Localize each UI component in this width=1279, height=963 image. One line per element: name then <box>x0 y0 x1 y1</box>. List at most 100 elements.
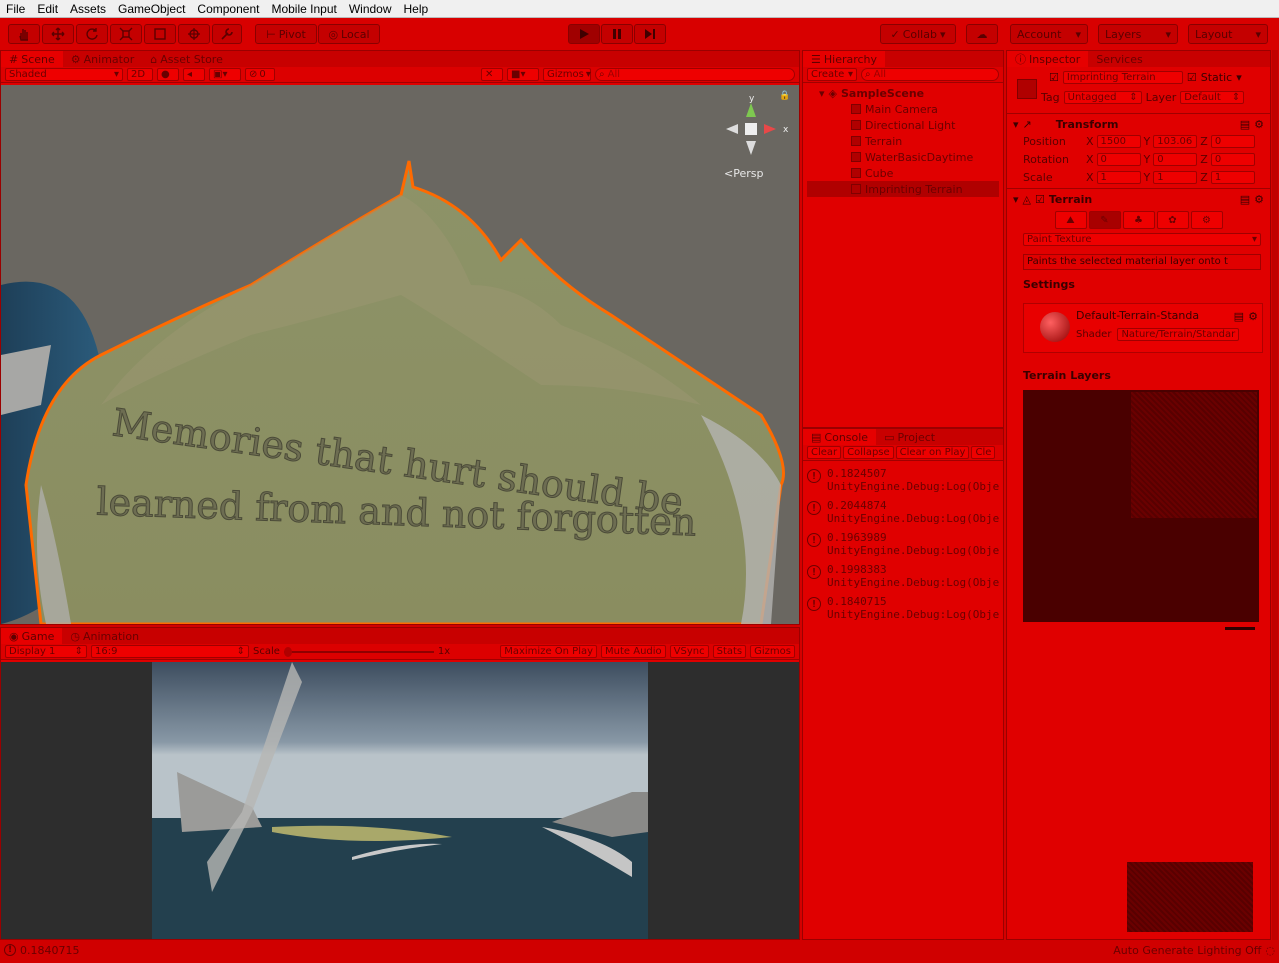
menu-window[interactable]: Window <box>343 2 398 16</box>
paint-trees-tool[interactable]: ♣ <box>1122 211 1155 229</box>
2d-toggle[interactable]: 2D <box>127 68 153 81</box>
scale-tool-button[interactable] <box>110 24 142 44</box>
pause-button[interactable] <box>601 24 633 44</box>
inspector-scrollbar[interactable] <box>1272 50 1278 940</box>
scale-slider[interactable] <box>283 646 434 657</box>
collab-dropdown[interactable]: ✓ Collab ▾ <box>880 24 956 44</box>
layout-dropdown[interactable]: Layout ▾ <box>1188 24 1268 44</box>
hand-tool-button[interactable] <box>8 24 40 44</box>
slider-thumb[interactable] <box>283 646 292 657</box>
audio-toggle[interactable]: ◂ <box>183 68 205 81</box>
play-button[interactable] <box>568 24 600 44</box>
mute-audio-button[interactable]: Mute Audio <box>601 645 666 658</box>
z-field[interactable]: 0 <box>1210 134 1255 148</box>
display-dropdown[interactable]: Display 1 ⇕ <box>5 645 87 658</box>
hierarchy-item[interactable]: Directional Light <box>807 117 999 133</box>
z-field[interactable]: 0 <box>1210 152 1255 166</box>
terrain-header[interactable]: ▾ ◬ ☑ Terrain ▤ ⚙ <box>1013 191 1264 207</box>
tab-hierarchy[interactable]: ☰ Hierarchy <box>803 51 886 67</box>
y-field[interactable]: 1 <box>1153 170 1198 184</box>
menu-file[interactable]: File <box>0 2 31 16</box>
static-checkbox[interactable]: ☑ <box>1187 71 1197 84</box>
book-icon[interactable]: ▤ <box>1234 310 1244 323</box>
projection-label[interactable]: <Persp <box>724 167 763 180</box>
menu-assets[interactable]: Assets <box>64 2 112 16</box>
hierarchy-item[interactable]: Cube <box>807 165 999 181</box>
tab-asset-store[interactable]: ⌂ Asset Store <box>142 51 231 67</box>
scene-root-item[interactable]: ▾ ◈ SampleScene <box>807 85 999 101</box>
hierarchy-item[interactable]: Imprinting Terrain <box>807 181 999 197</box>
orientation-gizmo[interactable]: y x <Persp <box>716 94 796 185</box>
chevron-down-icon[interactable]: ▾ <box>1236 71 1242 84</box>
tab-services[interactable]: Services <box>1088 51 1150 67</box>
menu-edit[interactable]: Edit <box>31 2 64 16</box>
cloud-button[interactable]: ☁ <box>966 24 998 44</box>
hidden-objects-toggle[interactable]: ⊘ 0 <box>245 68 275 81</box>
tab-animator[interactable]: ⚙ Animator <box>63 51 142 67</box>
game-viewport[interactable] <box>1 662 799 939</box>
menu-mobile-input[interactable]: Mobile Input <box>265 2 342 16</box>
z-field[interactable]: 1 <box>1210 170 1255 184</box>
hierarchy-item[interactable]: Main Camera <box>807 101 999 117</box>
shader-dropdown[interactable]: Nature/Terrain/Standar <box>1117 328 1240 341</box>
terrain-enabled-checkbox[interactable]: ☑ <box>1035 193 1045 206</box>
clear-button[interactable]: Clear <box>807 446 842 459</box>
y-field[interactable]: 0 <box>1153 152 1198 166</box>
tab-console[interactable]: ▤ Console <box>803 429 877 445</box>
tag-dropdown[interactable]: Untagged ⇕ <box>1063 91 1142 104</box>
maximize-on-play-button[interactable]: Maximize On Play <box>500 645 598 658</box>
tab-animation[interactable]: ◷ Animation <box>62 628 147 644</box>
terrain-mode-dropdown[interactable]: Paint Texture ▾ <box>1023 233 1261 246</box>
create-dropdown[interactable]: Create ▾ <box>807 68 857 81</box>
move-tool-button[interactable] <box>42 24 74 44</box>
terrain-layer-thumbnail[interactable] <box>1131 392 1257 518</box>
hierarchy-item[interactable]: WaterBasicDaytime <box>807 149 999 165</box>
active-checkbox[interactable]: ☑ <box>1049 71 1059 84</box>
clear-on-build-button[interactable]: Cle <box>971 446 996 459</box>
lighting-toggle[interactable]: ● <box>157 68 179 81</box>
layer-dropdown[interactable]: Default ⇕ <box>1180 91 1245 104</box>
lock-icon[interactable]: 🔒 <box>779 91 790 101</box>
settings-icon[interactable]: ⚙ <box>1254 118 1264 131</box>
game-gizmos-dropdown[interactable]: Gizmos <box>750 645 795 658</box>
menu-gameobject[interactable]: GameObject <box>112 2 191 16</box>
y-field[interactable]: 103.06 <box>1153 134 1198 148</box>
rotate-tool-button[interactable] <box>76 24 108 44</box>
paint-texture-tool[interactable]: ✎ <box>1088 211 1121 229</box>
brush-preview-thumbnail[interactable] <box>1127 862 1253 932</box>
gizmos-dropdown[interactable]: Gizmos ▾ <box>543 68 591 81</box>
console-log-entry[interactable]: ! 0.1963989 UnityEngine.Debug:Log(Objec <box>803 529 1003 561</box>
vsync-button[interactable]: VSync <box>669 645 709 658</box>
object-name-field[interactable]: Imprinting Terrain <box>1062 71 1183 84</box>
console-log-entry[interactable]: ! 0.1824507 UnityEngine.Debug:Log(Objec <box>803 465 1003 497</box>
hierarchy-search-input[interactable]: ⌕ All <box>861 68 999 81</box>
settings-icon[interactable]: ⚙ <box>1248 310 1258 323</box>
tab-project[interactable]: ▭ Project <box>876 429 943 445</box>
tools-button[interactable]: ✕ <box>481 68 503 81</box>
camera-dropdown[interactable]: ■▾ <box>507 68 539 81</box>
pivot-toggle[interactable]: ⊢ Pivot <box>255 24 317 44</box>
book-icon[interactable]: ▤ <box>1240 193 1250 206</box>
console-log-entry[interactable]: ! 0.2044874 UnityEngine.Debug:Log(Objec <box>803 497 1003 529</box>
scene-search-input[interactable]: ⌕ All <box>595 68 795 81</box>
raise-terrain-tool[interactable]: ⛰ <box>1054 211 1087 229</box>
x-field[interactable]: 1500 <box>1096 134 1141 148</box>
account-dropdown[interactable]: Account ▾ <box>1010 24 1088 44</box>
layers-dropdown[interactable]: Layers ▾ <box>1098 24 1178 44</box>
book-icon[interactable]: ▤ <box>1240 118 1250 131</box>
hierarchy-item[interactable]: Terrain <box>807 133 999 149</box>
aspect-dropdown[interactable]: 16:9 ⇕ <box>91 645 249 658</box>
step-button[interactable] <box>634 24 666 44</box>
tab-game[interactable]: ◉ Game <box>1 628 63 644</box>
paint-details-tool[interactable]: ✿ <box>1156 211 1189 229</box>
menu-component[interactable]: Component <box>191 2 265 16</box>
transform-header[interactable]: ▾ ↗ Transform ▤ ⚙ <box>1013 116 1264 132</box>
tab-scene[interactable]: # Scene <box>1 51 63 67</box>
clear-on-play-button[interactable]: Clear on Play <box>895 446 970 459</box>
collapse-button[interactable]: Collapse <box>843 446 894 459</box>
terrain-layers-list[interactable] <box>1023 390 1259 630</box>
tab-inspector[interactable]: ⓘ Inspector <box>1007 51 1089 67</box>
rect-tool-button[interactable] <box>144 24 176 44</box>
local-toggle[interactable]: ◎ Local <box>318 24 380 44</box>
custom-tool-button[interactable] <box>212 24 242 44</box>
